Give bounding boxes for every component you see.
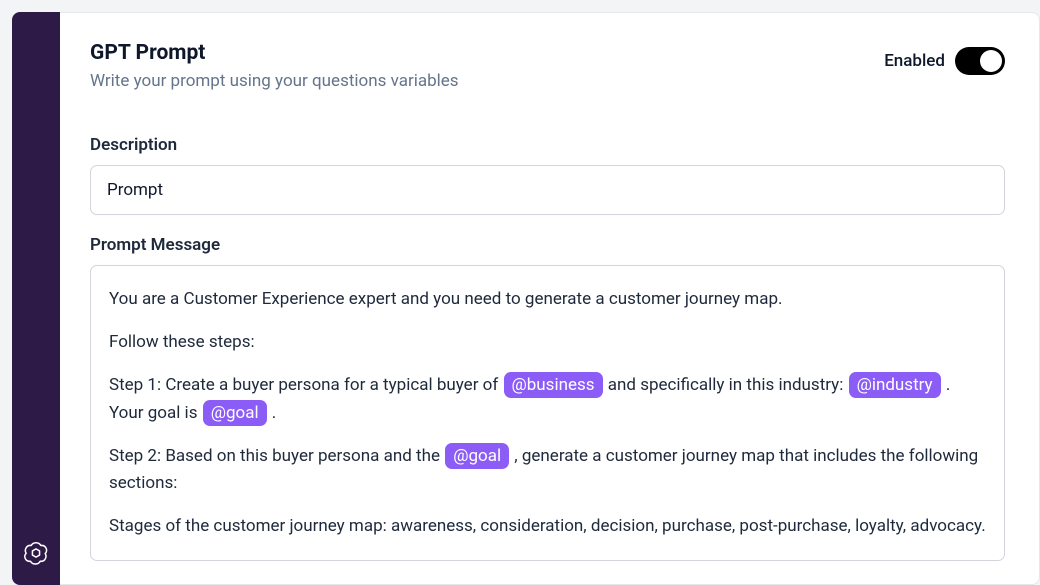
- description-input[interactable]: [90, 165, 1005, 215]
- page-title: GPT Prompt: [90, 41, 459, 65]
- page-subtitle: Write your prompt using your questions v…: [90, 71, 459, 91]
- sidebar: [12, 12, 60, 585]
- main-panel: GPT Prompt Write your prompt using your …: [60, 12, 1040, 585]
- enabled-toggle-label: Enabled: [884, 51, 945, 71]
- prompt-line: Step 2: Based on this buyer persona and …: [109, 443, 986, 497]
- enabled-toggle[interactable]: [955, 47, 1005, 75]
- prompt-line: Follow these steps:: [109, 329, 986, 356]
- openai-icon[interactable]: [22, 539, 50, 567]
- prompt-text: Step 1: Create a buyer persona for a typ…: [109, 375, 503, 395]
- prompt-line: You are a Customer Experience expert and…: [109, 286, 986, 313]
- prompt-text: Step 2: Based on this buyer persona and …: [109, 446, 444, 466]
- prompt-line: Stages of the customer journey map: awar…: [109, 513, 986, 540]
- variable-chip-business[interactable]: @business: [504, 372, 603, 398]
- prompt-line: Step 1: Create a buyer persona for a typ…: [109, 372, 986, 426]
- description-label: Description: [90, 135, 1005, 155]
- prompt-message-editor[interactable]: You are a Customer Experience expert and…: [90, 265, 1005, 561]
- prompt-message-label: Prompt Message: [90, 235, 1005, 255]
- prompt-text: .: [268, 403, 277, 423]
- enabled-toggle-wrap: Enabled: [884, 47, 1005, 75]
- variable-chip-goal[interactable]: @goal: [203, 400, 267, 426]
- toggle-knob: [980, 50, 1002, 72]
- prompt-text: and specifically in this industry:: [604, 375, 848, 395]
- variable-chip-industry[interactable]: @industry: [849, 372, 941, 398]
- variable-chip-goal[interactable]: @goal: [445, 443, 509, 469]
